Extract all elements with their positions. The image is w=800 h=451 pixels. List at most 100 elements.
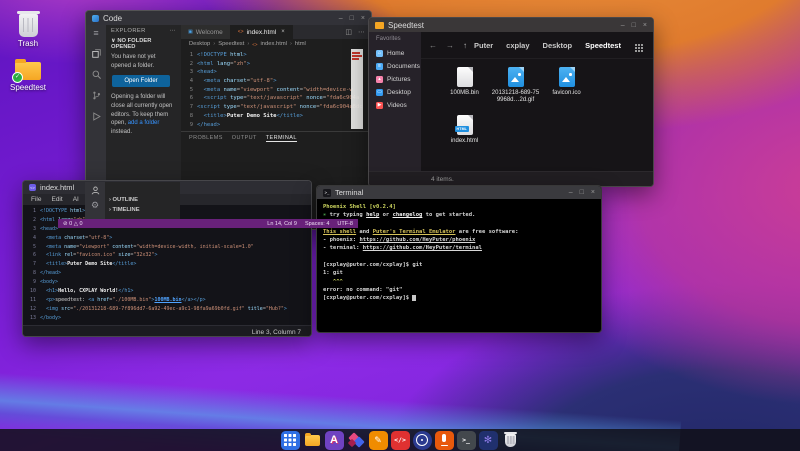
- timeline-section[interactable]: › TIMELINE: [109, 207, 176, 213]
- maximize-icon[interactable]: □: [632, 22, 636, 29]
- file-manager-sidebar: Favorites ⌂ Home ≡ Documents ▴ Pictures …: [369, 32, 421, 171]
- outline-section[interactable]: › OUTLINE: [109, 197, 176, 203]
- tab-index-html[interactable]: <> index.html ×: [231, 25, 293, 39]
- trash-label: Trash: [6, 39, 50, 48]
- file-item-html[interactable]: HTML index.html: [439, 113, 490, 161]
- terminal-window: >_ Terminal – □ × Phoenix Shell [v0.2.4]…: [316, 185, 602, 333]
- explorer-header: EXPLORER: [111, 28, 146, 34]
- vscode-breadcrumb[interactable]: Desktop› Speedtest› <> index.html› html: [181, 39, 371, 49]
- code-line: ✳ try typing help or changelog to get st…: [323, 211, 595, 219]
- file-manager-title: Speedtest: [388, 21, 424, 30]
- tab-output[interactable]: OUTPUT: [232, 135, 257, 141]
- editor-app-icon[interactable]: ✎: [369, 431, 388, 450]
- folder-icon: ✓: [15, 62, 41, 80]
- vscode-statusbar[interactable]: ⊘ 0 △ 0 Ln 14, Col 9 Spaces: 4 UTF-8: [58, 219, 358, 228]
- code-line: [323, 220, 595, 228]
- tab-welcome[interactable]: ▣ Welcome: [181, 25, 231, 39]
- close-icon[interactable]: ×: [643, 22, 647, 29]
- search-icon[interactable]: [91, 69, 102, 80]
- back-icon[interactable]: ←: [429, 41, 437, 50]
- forward-icon[interactable]: →: [446, 41, 454, 50]
- tab-terminal[interactable]: TERMINAL: [266, 135, 297, 142]
- code-line: 10 <h1>Hello, CXPLAY World!</h1>: [23, 287, 311, 296]
- file-manager-titlebar[interactable]: Speedtest – □ ×: [369, 18, 653, 32]
- welcome-tab-icon: ▣: [188, 29, 193, 35]
- code-line: This shell and Puter's Terminal Emulator…: [323, 228, 595, 236]
- maximize-icon[interactable]: □: [350, 15, 354, 22]
- code-line: 12 <img src="./20131218-689-7f896dd7-6a9…: [23, 305, 311, 314]
- sidebar-item-videos[interactable]: ▶ Videos: [376, 99, 421, 112]
- minimize-icon[interactable]: –: [339, 15, 343, 22]
- code-line: 13</body>: [23, 314, 311, 323]
- tab-problems[interactable]: PROBLEMS: [189, 135, 223, 141]
- maximize-icon[interactable]: □: [580, 189, 584, 196]
- file-grid: 100MB.bin 20131218-689-759968d…2d.gif fa…: [421, 59, 653, 171]
- more-actions-icon[interactable]: ⋯: [170, 28, 176, 34]
- indent-status[interactable]: Spaces: 4: [305, 221, 329, 227]
- vscode-titlebar[interactable]: Code – □ ×: [86, 11, 371, 25]
- gear-icon[interactable]: ⚙: [91, 201, 99, 210]
- no-folder-section[interactable]: ∨ NO FOLDER OPENED: [111, 38, 176, 50]
- up-icon[interactable]: ↑: [463, 41, 467, 50]
- vscode-sidebar-fragment: ⚙ › OUTLINE › TIMELINE: [85, 182, 180, 219]
- close-icon[interactable]: ×: [591, 189, 595, 196]
- terminal-titlebar[interactable]: >_ Terminal – □ ×: [317, 186, 601, 199]
- code-line: 7 <title>Puter Demo Site</title>: [23, 260, 311, 269]
- dev-center-icon[interactable]: </>: [391, 431, 410, 450]
- menu-file[interactable]: File: [31, 196, 41, 203]
- vscode-panel-tabs: PROBLEMS OUTPUT TERMINAL: [181, 131, 371, 144]
- sidebar-item-pictures[interactable]: ▴ Pictures: [376, 73, 421, 86]
- menu-ai[interactable]: AI: [73, 196, 79, 203]
- source-control-icon[interactable]: [91, 90, 102, 101]
- grid-view-icon[interactable]: [635, 44, 637, 46]
- sidebar-item-documents[interactable]: ≡ Documents: [376, 60, 421, 73]
- file-manager-window: Speedtest – □ × Favorites ⌂ Home ≡ Docum…: [368, 17, 654, 187]
- code-line: 9</head>: [181, 121, 371, 130]
- minimap-scrollbar[interactable]: [351, 49, 363, 129]
- sidebar-item-desktop[interactable]: ▭ Desktop: [376, 86, 421, 99]
- desktop-icon-trash[interactable]: Trash: [6, 14, 50, 48]
- vscode-logo-icon: [92, 15, 99, 22]
- explorer-icon[interactable]: [91, 48, 102, 59]
- code-line: 4 <meta charset="utf-8">: [181, 77, 371, 86]
- terminal-app-icon[interactable]: >_: [457, 431, 476, 450]
- binary-file-icon: [457, 67, 473, 87]
- html-file-icon: HTML: [457, 115, 473, 135]
- minimize-icon[interactable]: –: [621, 22, 625, 29]
- account-icon[interactable]: [90, 185, 101, 196]
- app-center-icon[interactable]: A: [325, 431, 344, 450]
- menu-edit[interactable]: Edit: [51, 196, 62, 203]
- close-icon[interactable]: ×: [361, 15, 365, 22]
- cursor-position: Line 3, Column 7: [252, 329, 301, 336]
- recorder-app-icon[interactable]: [435, 431, 454, 450]
- editor-more-icon[interactable]: ⋯: [358, 28, 365, 36]
- minimize-icon[interactable]: –: [569, 189, 573, 196]
- open-folder-button[interactable]: Open Folder: [112, 75, 170, 87]
- taskbar-trash-icon[interactable]: [501, 431, 520, 450]
- menu-hamburger-icon[interactable]: ≡: [93, 29, 98, 38]
- vscode-code-area[interactable]: 1<!DOCTYPE html>2<html lang="zh">3<head>…: [181, 49, 371, 131]
- desktop-icon-speedtest[interactable]: ✓ Speedtest: [6, 62, 50, 92]
- file-manager-toolbar: ← → ↑ Puter cxplay Desktop Speedtest: [421, 32, 653, 59]
- files-app-icon[interactable]: [303, 431, 322, 450]
- blocks-app-icon[interactable]: [347, 431, 366, 450]
- split-editor-icon[interactable]: ◫: [345, 28, 352, 36]
- home-icon: ⌂: [376, 50, 383, 57]
- path-breadcrumb[interactable]: Puter cxplay Desktop Speedtest: [474, 41, 621, 50]
- line-col-status[interactable]: Ln 14, Col 9: [267, 221, 297, 227]
- puter-ai-icon[interactable]: ✻: [479, 431, 498, 450]
- terminal-output[interactable]: Phoenix Shell [v0.2.4]✳ try typing help …: [317, 199, 601, 307]
- code-line: 3<head>: [181, 68, 371, 77]
- tab-close-icon[interactable]: ×: [281, 29, 285, 35]
- encoding-status[interactable]: UTF-8: [337, 221, 353, 227]
- app-launcher-icon[interactable]: [281, 431, 300, 450]
- problems-status[interactable]: ⊘ 0 △ 0: [63, 221, 83, 227]
- file-item-bin[interactable]: 100MB.bin: [439, 65, 490, 113]
- clock-app-icon[interactable]: [413, 431, 432, 450]
- sidebar-item-home[interactable]: ⌂ Home: [376, 47, 421, 60]
- file-item-ico[interactable]: favicon.ico: [541, 65, 592, 113]
- editor-statusbar: Line 3, Column 7: [23, 325, 311, 337]
- add-folder-link[interactable]: add a folder: [128, 120, 160, 126]
- run-debug-icon[interactable]: [91, 111, 102, 122]
- file-item-gif[interactable]: 20131218-689-759968d…2d.gif: [490, 65, 541, 113]
